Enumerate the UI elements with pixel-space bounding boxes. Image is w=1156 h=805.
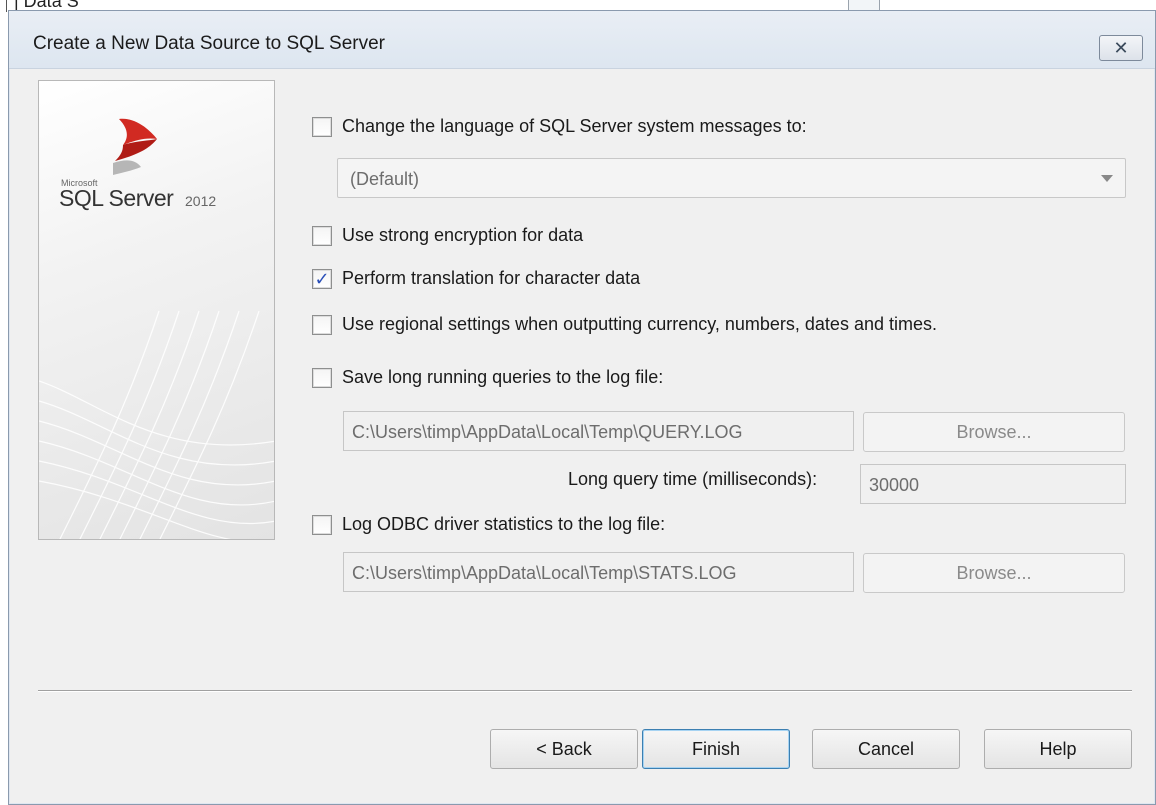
translation-checkbox[interactable]: ✓ xyxy=(312,268,332,289)
sql-server-logo-panel: Microsoft SQL Server 2012 xyxy=(38,80,275,540)
regional-settings-checkbox[interactable] xyxy=(312,314,332,335)
change-language-label: Change the language of SQL Server system… xyxy=(342,116,807,136)
background-window-border xyxy=(6,0,7,12)
help-button[interactable]: Help xyxy=(984,729,1132,769)
stats-log-path-value: C:\Users\timp\AppData\Local\Temp\STATS.L… xyxy=(352,563,737,583)
long-queries-option[interactable]: Save long running queries to the log fil… xyxy=(312,367,663,388)
change-language-checkbox[interactable] xyxy=(312,116,332,137)
language-select[interactable]: (Default) xyxy=(337,158,1126,198)
long-query-time-field[interactable]: 30000 xyxy=(860,464,1126,504)
title-bar[interactable]: Create a New Data Source to SQL Server ✕ xyxy=(9,11,1155,69)
finish-button[interactable]: Finish xyxy=(642,729,790,769)
odbc-stats-checkbox[interactable] xyxy=(312,514,332,535)
query-log-path-value: C:\Users\timp\AppData\Local\Temp\QUERY.L… xyxy=(352,422,743,442)
language-select-value: (Default) xyxy=(350,169,420,189)
translation-option[interactable]: ✓ Perform translation for character data xyxy=(312,268,640,289)
regional-settings-label: Use regional settings when outputting cu… xyxy=(342,314,937,334)
chevron-down-icon[interactable] xyxy=(1101,175,1113,182)
long-queries-label: Save long running queries to the log fil… xyxy=(342,367,664,387)
version-year: 2012 xyxy=(185,193,217,209)
change-language-option[interactable]: Change the language of SQL Server system… xyxy=(312,116,807,137)
query-log-browse-button[interactable]: Browse... xyxy=(863,412,1125,452)
close-icon: ✕ xyxy=(1113,38,1129,58)
odbc-stats-label: Log ODBC driver statistics to the log fi… xyxy=(342,514,666,534)
sql-server-wordmark: SQL Server xyxy=(59,185,174,211)
long-queries-checkbox[interactable] xyxy=(312,367,332,388)
strong-encryption-checkbox[interactable] xyxy=(312,225,332,246)
sql-server-logo-icon xyxy=(113,118,157,175)
strong-encryption-label: Use strong encryption for data xyxy=(342,225,584,245)
long-query-time-value: 30000 xyxy=(869,475,920,495)
checkmark-icon: ✓ xyxy=(314,268,330,289)
long-query-time-label: Long query time (milliseconds): xyxy=(568,469,818,489)
stats-log-path-field[interactable]: C:\Users\timp\AppData\Local\Temp\STATS.L… xyxy=(343,552,854,592)
odbc-stats-option[interactable]: Log ODBC driver statistics to the log fi… xyxy=(312,514,665,535)
footer-separator xyxy=(38,690,1132,692)
back-button[interactable]: < Back xyxy=(490,729,638,769)
stats-log-browse-button[interactable]: Browse... xyxy=(863,553,1125,593)
dialog-title: Create a New Data Source to SQL Server xyxy=(33,33,386,54)
regional-settings-option[interactable]: Use regional settings when outputting cu… xyxy=(312,314,937,335)
query-log-path-field[interactable]: C:\Users\timp\AppData\Local\Temp\QUERY.L… xyxy=(343,411,854,451)
close-button[interactable]: ✕ xyxy=(1099,35,1143,61)
cancel-button[interactable]: Cancel xyxy=(812,729,960,769)
translation-label: Perform translation for character data xyxy=(342,268,641,288)
strong-encryption-option[interactable]: Use strong encryption for data xyxy=(312,225,583,246)
